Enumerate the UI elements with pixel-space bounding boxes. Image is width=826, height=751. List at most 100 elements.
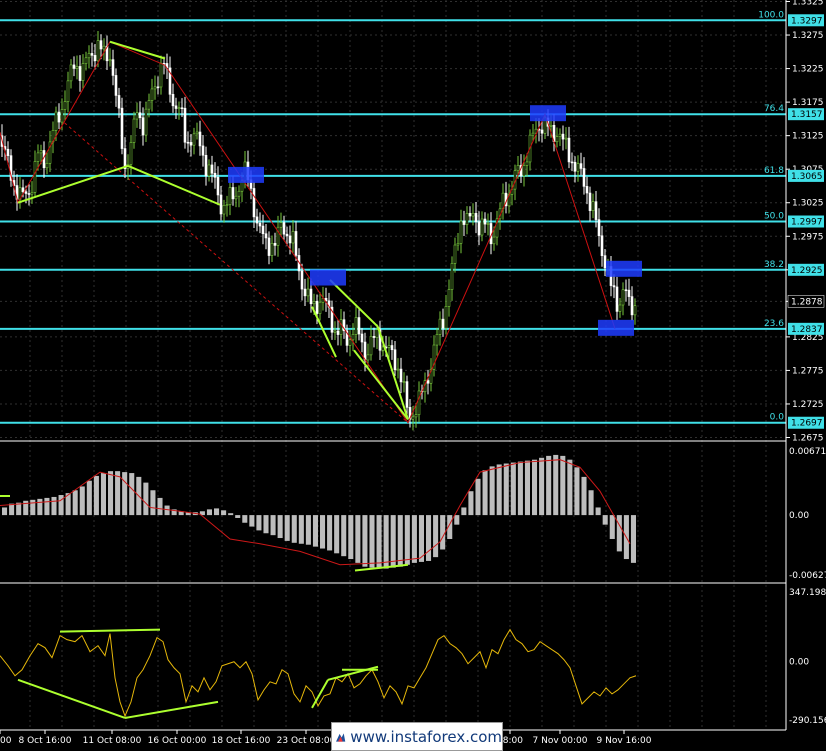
macd-bar xyxy=(51,496,57,516)
macd-bar xyxy=(524,460,530,516)
candle-body xyxy=(486,223,490,225)
candle-body xyxy=(225,204,229,206)
candle-body xyxy=(549,124,553,127)
macd-bar xyxy=(312,515,318,547)
highlight-box xyxy=(228,166,264,183)
candle-body xyxy=(138,112,142,118)
highlight-box xyxy=(530,105,566,122)
candle-body xyxy=(597,219,601,237)
candle-body xyxy=(132,118,136,143)
macd-bar xyxy=(595,507,601,516)
candle-body xyxy=(621,289,625,306)
macd-bar xyxy=(327,515,333,551)
price-tick-label: 1.3175 xyxy=(792,98,824,108)
price-tick-label: 1.2725 xyxy=(792,400,824,410)
candle-body xyxy=(444,306,448,329)
macd-bar xyxy=(553,454,559,516)
candle-body xyxy=(204,154,208,177)
candle-body xyxy=(135,112,139,120)
candle-body xyxy=(351,334,355,341)
candle-body xyxy=(129,142,133,165)
candle-body xyxy=(93,55,97,62)
macd-bar xyxy=(214,508,220,516)
candle-body xyxy=(600,235,604,256)
candle-body xyxy=(555,136,559,143)
candle-body xyxy=(450,263,454,290)
macd-bar xyxy=(376,515,382,569)
macd-bar xyxy=(468,491,474,516)
price-tick-label: 1.3025 xyxy=(792,199,824,209)
candle-body xyxy=(447,289,451,307)
candle-body xyxy=(156,86,160,89)
macd-bar xyxy=(129,473,135,516)
chart-svg: 100.0 76.4 61.8 50.0 38.2 23.6 0.0 1.3325 1.327… xyxy=(0,0,826,750)
candle-body xyxy=(117,95,121,109)
candle-body xyxy=(366,354,370,361)
candle-body xyxy=(255,216,259,224)
candle-body xyxy=(213,172,217,178)
macd-bar xyxy=(277,515,283,539)
candle-body xyxy=(273,243,277,246)
macd-bar xyxy=(334,515,340,554)
candle-body xyxy=(90,53,94,56)
macd-bar xyxy=(588,490,594,516)
candle-body xyxy=(72,64,76,69)
candle-body xyxy=(477,221,481,236)
macd-bar xyxy=(517,461,523,516)
macd-bar xyxy=(616,515,622,552)
macd-bar xyxy=(228,513,234,516)
fib-price-tag-label: 1.3157 xyxy=(791,110,823,120)
candle-body xyxy=(438,318,442,335)
candle-body xyxy=(81,63,85,81)
candle-body xyxy=(120,107,124,149)
macd-bar xyxy=(630,515,636,563)
candle-body xyxy=(576,163,580,172)
time-tick-label: 23 Oct 08:00 xyxy=(277,736,336,746)
candle-body xyxy=(612,285,616,288)
fib-ratio-label: 100.0 xyxy=(758,10,784,20)
macd-bar xyxy=(206,509,212,516)
candle-body xyxy=(591,201,595,211)
candle-body xyxy=(336,330,340,335)
candle-body xyxy=(264,233,268,239)
candle-body xyxy=(435,334,439,346)
candle-body xyxy=(405,381,409,408)
candle-body xyxy=(306,288,310,297)
macd-bar xyxy=(567,459,573,516)
candle-body xyxy=(207,164,211,177)
candle-body xyxy=(111,59,115,76)
macd-bar xyxy=(37,498,43,516)
macd-bar xyxy=(489,466,495,516)
time-tick-label: 11 Oct 08:00 xyxy=(83,736,142,746)
instaforex-logo-icon xyxy=(336,732,346,742)
candle-body xyxy=(60,109,64,123)
macd-bar xyxy=(108,471,114,516)
macd-bar xyxy=(79,486,85,516)
fib-ratio-label: 76.4 xyxy=(764,104,784,114)
candle-body xyxy=(402,381,406,383)
macd-bar xyxy=(263,515,269,534)
candle-body xyxy=(441,318,445,329)
instaforex-watermark[interactable]: www.instaforex.com xyxy=(331,722,503,751)
candle-body xyxy=(573,161,577,172)
macd-bar xyxy=(122,472,128,516)
macd-bar xyxy=(235,515,241,518)
candle-body xyxy=(27,193,31,195)
candle-body xyxy=(270,243,274,256)
macd-bar xyxy=(440,515,446,550)
fib-ratio-label: 38.2 xyxy=(764,260,784,270)
candle-body xyxy=(45,162,49,169)
macd-bar xyxy=(574,467,580,516)
macd-bar xyxy=(482,470,488,516)
candle-body xyxy=(627,289,631,297)
candle-body xyxy=(87,53,91,59)
candle-body xyxy=(171,94,175,107)
candle-body xyxy=(195,131,199,135)
candle-body xyxy=(393,349,397,371)
candle-body xyxy=(285,233,289,237)
macd-bar xyxy=(404,515,410,565)
candle-body xyxy=(411,416,415,420)
candle-body xyxy=(585,186,589,194)
candle-body xyxy=(177,107,181,110)
macd-bar xyxy=(532,459,538,516)
